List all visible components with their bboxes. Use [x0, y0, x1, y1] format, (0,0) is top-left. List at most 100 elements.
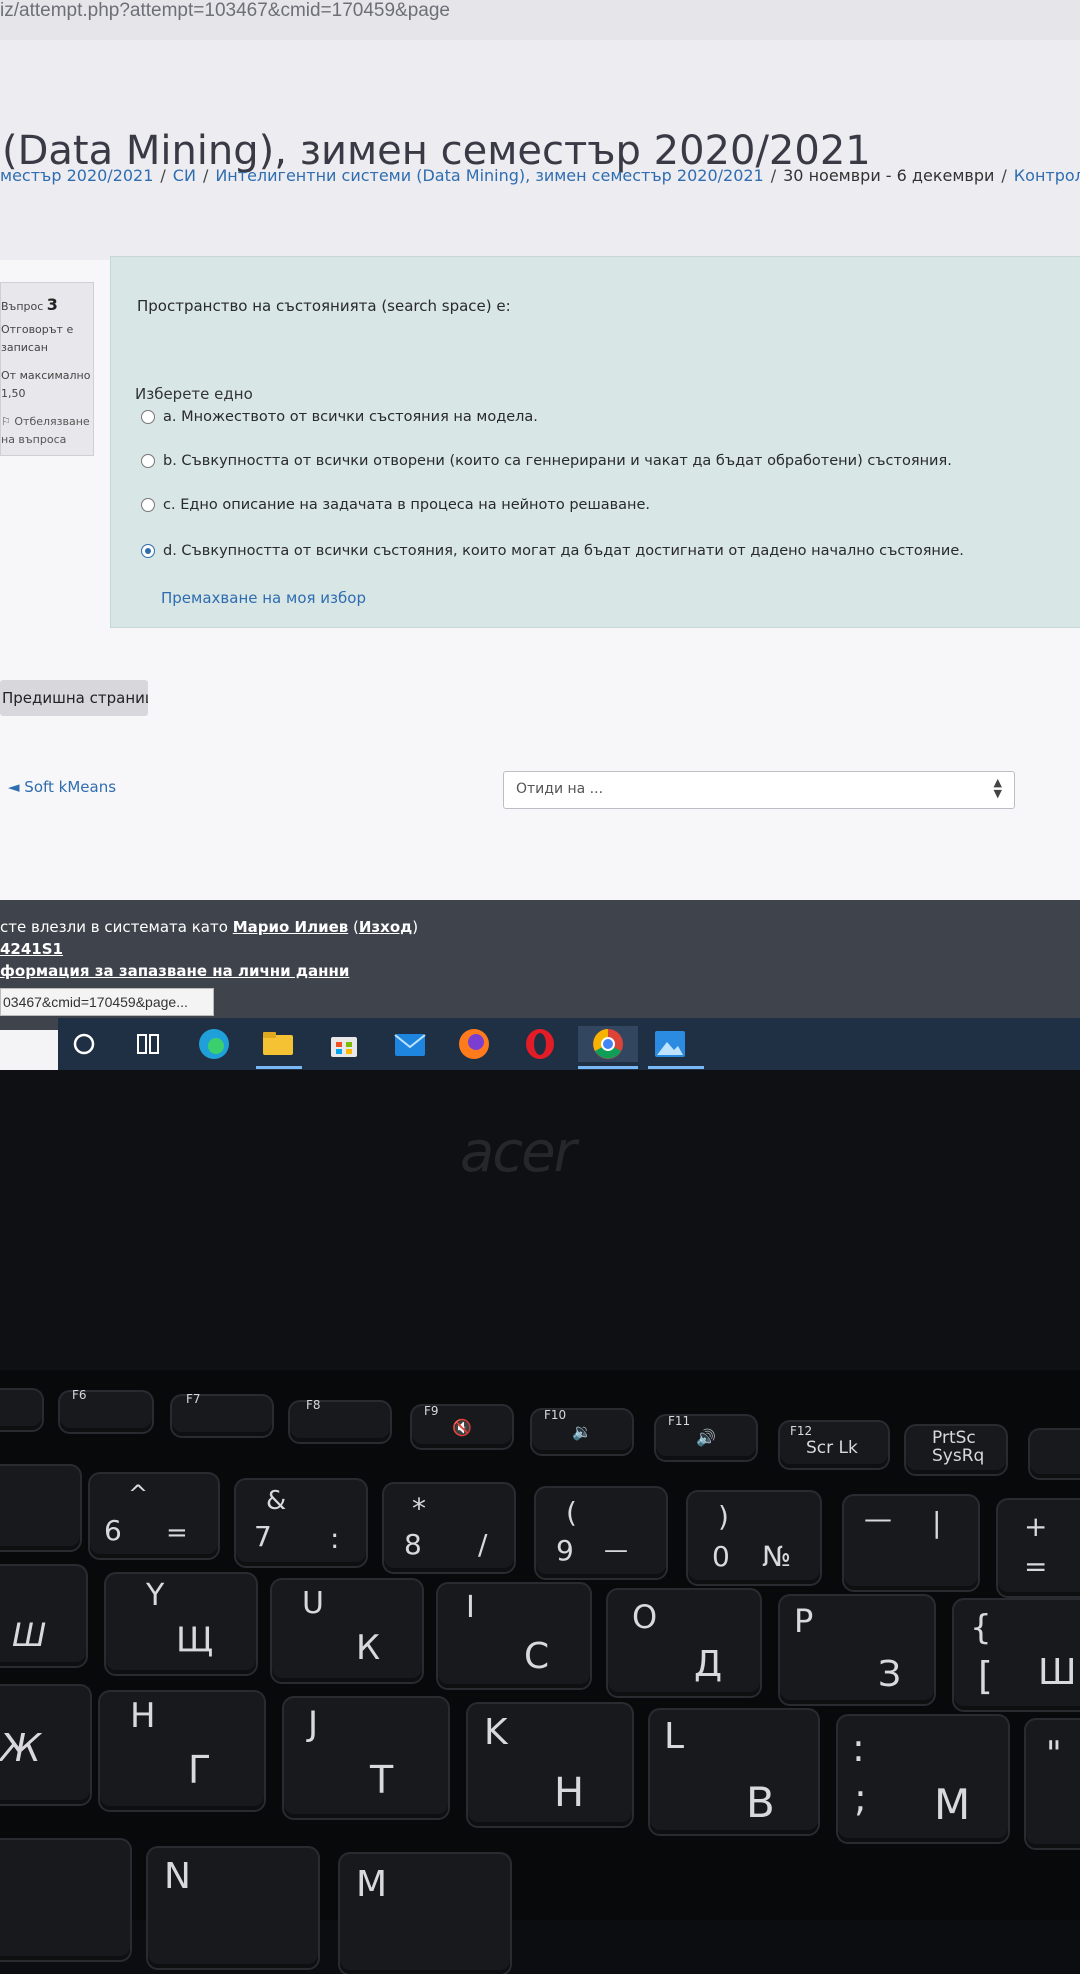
option-label: c. Едно описание на задачата в процеса н…: [163, 497, 651, 513]
user-name-link[interactable]: Марио Илиев: [233, 918, 349, 936]
answer-option-c[interactable]: c. Едно описание на задачата в процеса н…: [141, 497, 650, 513]
key-p[interactable]: PЗ: [780, 1596, 934, 1704]
breadcrumb-item[interactable]: Интелигентни системи (Data Mining), зиме…: [215, 166, 763, 185]
login-info: сте влезли в системата като Марио Илиев …: [0, 918, 419, 936]
firefox-icon[interactable]: [456, 1026, 492, 1062]
key-7[interactable]: & 7:: [236, 1480, 366, 1566]
previous-page-button[interactable]: Предишна страница: [0, 680, 148, 716]
question-number-line: Въпрос 3: [1, 295, 58, 314]
key-8[interactable]: * 8 /: [384, 1484, 514, 1572]
key-o[interactable]: OД: [608, 1590, 760, 1696]
breadcrumb-separator: /: [770, 166, 777, 185]
key-label: В: [746, 1778, 775, 1827]
breadcrumb-separator: /: [1001, 166, 1007, 185]
clear-choice-link[interactable]: Премахване на моя избор: [161, 589, 366, 607]
key-f9[interactable]: F9 🔇: [412, 1404, 512, 1448]
task-view-icon[interactable]: [130, 1026, 166, 1062]
breadcrumb-item[interactable]: 30 ноември - 6 декември: [783, 166, 994, 185]
key-g[interactable]: Ж: [0, 1686, 90, 1804]
key-label: 0: [712, 1540, 730, 1573]
key-label: |: [932, 1506, 942, 1539]
windows-taskbar: [58, 1018, 1080, 1070]
key-label: (: [566, 1496, 577, 1529]
flag-question-link[interactable]: на въпроса: [1, 433, 66, 446]
key-l[interactable]: LВ: [650, 1710, 818, 1834]
key-label: Г: [188, 1748, 212, 1792]
radio-button-selected[interactable]: [141, 544, 155, 558]
key-j[interactable]: JТ: [284, 1698, 448, 1818]
key-pause[interactable]: [1030, 1430, 1080, 1478]
key-label: J: [308, 1704, 319, 1744]
key-quote[interactable]: ": [1026, 1720, 1080, 1848]
key-m[interactable]: M: [340, 1854, 510, 1974]
key-u[interactable]: UК: [272, 1580, 422, 1682]
jump-to-placeholder: Отиди на ...: [516, 781, 604, 797]
key-5[interactable]: [0, 1466, 80, 1550]
breadcrumb-item[interactable]: СИ: [173, 166, 196, 185]
opera-icon[interactable]: [522, 1026, 558, 1062]
privacy-link[interactable]: формация за запазване на лични данни: [0, 962, 349, 980]
key-f11[interactable]: F11 🔊: [656, 1414, 756, 1460]
photos-icon[interactable]: [652, 1026, 688, 1062]
key-f10[interactable]: F10 🔉: [532, 1408, 632, 1454]
key-h[interactable]: HГ: [100, 1692, 264, 1810]
key-f5[interactable]: [0, 1390, 42, 1430]
file-explorer-icon[interactable]: [260, 1026, 296, 1062]
key-label: F10: [544, 1408, 567, 1422]
answer-option-b[interactable]: b. Съвкупността от всички отворени (коит…: [141, 453, 952, 469]
key-equals[interactable]: + =: [998, 1500, 1080, 1596]
key-label: F8: [306, 1398, 321, 1412]
browser-url-bar[interactable]: iz/attempt.php?attempt=103467&cmid=17045…: [0, 0, 1080, 41]
active-app-indicator: [256, 1066, 302, 1069]
breadcrumb-item[interactable]: Контролно 1 - 2020/21: [1014, 166, 1080, 185]
key-0[interactable]: ) 0 №: [688, 1492, 820, 1584]
key-f8[interactable]: F8: [290, 1398, 390, 1442]
user-id-link[interactable]: 4241S1: [0, 940, 63, 958]
key-t[interactable]: Ш: [0, 1566, 86, 1666]
question-number: 3: [46, 295, 58, 314]
answer-option-a[interactable]: a. Множеството от всички състояния на мо…: [141, 409, 538, 425]
key-label: Щ: [176, 1620, 214, 1660]
breadcrumb-item[interactable]: местър 2020/2021: [0, 166, 153, 185]
radio-button[interactable]: [141, 498, 155, 512]
key-b[interactable]: N: [148, 1848, 318, 1968]
key-label: F11: [668, 1414, 691, 1428]
key-label: ): [718, 1500, 729, 1533]
url-text: iz/attempt.php?attempt=103467&cmid=17045…: [0, 0, 450, 21]
radio-button[interactable]: [141, 454, 155, 468]
key-i[interactable]: IС: [438, 1584, 590, 1688]
chrome-icon[interactable]: [578, 1026, 638, 1062]
store-icon[interactable]: [326, 1026, 362, 1062]
key-label: {: [970, 1608, 992, 1648]
key-k[interactable]: KН: [468, 1704, 632, 1826]
key-bracket[interactable]: {[Ш: [954, 1600, 1080, 1710]
option-label: a. Множеството от всички състояния на мо…: [163, 409, 538, 425]
key-label: O: [632, 1598, 658, 1636]
edge-icon[interactable]: [196, 1026, 232, 1062]
key-9[interactable]: (9 —: [536, 1488, 666, 1578]
breadcrumb-separator: /: [160, 166, 166, 185]
key-6[interactable]: ^ 6 =: [90, 1474, 218, 1558]
key-y[interactable]: YЩ: [106, 1574, 256, 1674]
previous-activity-link[interactable]: ◄ Soft kMeans: [8, 778, 116, 796]
active-app-indicator: [578, 1066, 638, 1069]
flag-question-link[interactable]: ⚐ Отбелязване: [1, 415, 90, 428]
key-label: ;: [854, 1776, 867, 1820]
search-circle-icon[interactable]: [66, 1026, 102, 1062]
key-semicolon[interactable]: :; М: [838, 1716, 1008, 1842]
key-f7[interactable]: F7: [172, 1392, 272, 1436]
jump-to-select[interactable]: Отиди на ... ▲ ▼: [503, 771, 1015, 809]
answer-option-d[interactable]: d. Съвкупността от всички състояния, кои…: [141, 543, 964, 559]
mail-icon[interactable]: [392, 1026, 428, 1062]
radio-button[interactable]: [141, 410, 155, 424]
logout-link[interactable]: Изход: [359, 918, 412, 936]
key-label: Scr Lk: [806, 1438, 858, 1458]
key-label: Y: [146, 1578, 165, 1613]
key-f6[interactable]: F6: [60, 1388, 152, 1432]
key-minus[interactable]: — |: [844, 1496, 978, 1590]
key-prtsc[interactable]: PrtSc SysRq: [906, 1426, 1006, 1474]
key-label: №: [762, 1540, 792, 1573]
key-f12[interactable]: F12 Scr Lk: [780, 1422, 888, 1468]
key-bottom-left[interactable]: [0, 1840, 130, 1960]
key-label: /: [478, 1528, 488, 1561]
